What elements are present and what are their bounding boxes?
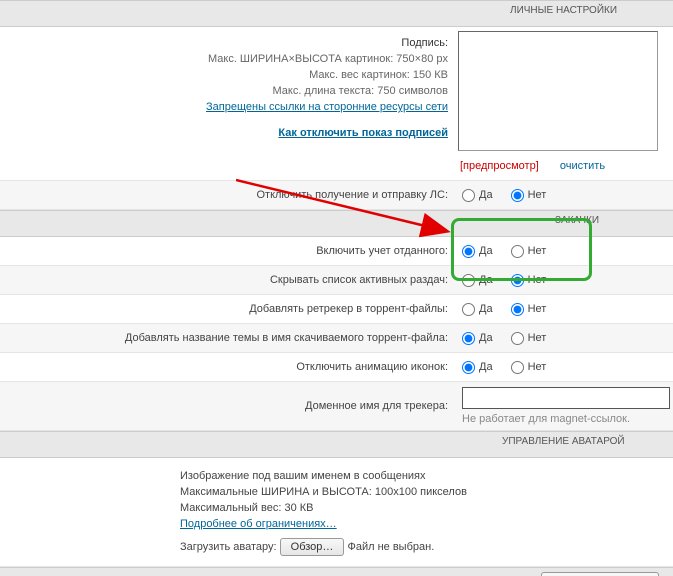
retracker-yes[interactable]: Да <box>462 303 493 316</box>
signature-row: Подпись: Макс. ШИРИНА×ВЫСОТА картинок: 7… <box>0 27 673 181</box>
topicname-yes-label: Да <box>479 332 493 344</box>
hidelist-no-label: Нет <box>528 274 547 286</box>
pm-no-label: Нет <box>528 189 547 201</box>
signature-dims: Макс. ШИРИНА×ВЫСОТА картинок: 750×80 px <box>4 51 448 67</box>
no-file-label: Файл не выбран. <box>347 541 434 553</box>
row-label: Отключить получение и отправку ЛС: <box>0 181 454 209</box>
avatar-line2: Максимальные ШИРИНА и ВЫСОТА: 100x100 пи… <box>180 484 649 500</box>
seed-no[interactable]: Нет <box>511 245 547 258</box>
retracker-yes-label: Да <box>479 303 493 315</box>
signature-ban-link[interactable]: Запрещены ссылки на сторонние ресурсы се… <box>206 101 448 113</box>
row-hidelist: Скрывать список активных раздач: Да Нет <box>0 266 673 295</box>
row-topicname: Добавлять название темы в имя скачиваемо… <box>0 324 673 353</box>
seed-yes-label: Да <box>479 245 493 257</box>
submit-button[interactable]: Отправить <box>541 572 659 576</box>
browse-button[interactable]: Обзор… <box>280 538 345 556</box>
signature-howto-link[interactable]: Как отключить показ подписей <box>278 127 448 139</box>
row-pm: Отключить получение и отправку ЛС: Да Не… <box>0 181 673 210</box>
row-label: Добавлять ретрекер в торрент-файлы: <box>0 295 454 323</box>
topicname-no-label: Нет <box>528 332 547 344</box>
pm-yes-label: Да <box>479 189 493 201</box>
retracker-no[interactable]: Нет <box>511 303 547 316</box>
avatar-block: Изображение под вашим именем в сообщения… <box>0 458 673 567</box>
anim-no[interactable]: Нет <box>511 361 547 374</box>
topicname-no[interactable]: Нет <box>511 332 547 345</box>
signature-label: Подпись: <box>4 35 448 51</box>
seed-yes[interactable]: Да <box>462 245 493 258</box>
signature-preview-link[interactable]: [предпросмотр] <box>460 160 539 172</box>
avatar-line1: Изображение под вашим именем в сообщения… <box>180 468 649 484</box>
signature-textlen: Макс. длина текста: 750 символов <box>4 83 448 99</box>
anim-yes[interactable]: Да <box>462 361 493 374</box>
pm-no[interactable]: Нет <box>511 189 547 202</box>
signature-textarea[interactable] <box>458 31 658 151</box>
hidelist-yes-label: Да <box>479 274 493 286</box>
pm-yes[interactable]: Да <box>462 189 493 202</box>
row-anim: Отключить анимацию иконок: Да Нет <box>0 353 673 382</box>
section-title: ЛИЧНЫЕ НАСТРОЙКИ <box>510 5 617 16</box>
signature-info: Подпись: Макс. ШИРИНА×ВЫСОТА картинок: 7… <box>0 27 454 180</box>
avatar-line3: Максимальный вес: 30 КВ <box>180 500 649 516</box>
row-label: Доменное имя для трекера: <box>0 382 454 430</box>
row-domain: Доменное имя для трекера: Не работает дл… <box>0 382 673 431</box>
row-label: Включить учет отданного: <box>0 237 454 265</box>
section-header-avatar: УПРАВЛЕНИЕ АВАТАРОЙ <box>0 431 673 458</box>
row-retracker: Добавлять ретрекер в торрент-файлы: Да Н… <box>0 295 673 324</box>
section-title: ЗАКАЧКИ <box>555 215 599 226</box>
upload-label: Загрузить аватару: <box>180 541 277 553</box>
section-title: УПРАВЛЕНИЕ АВАТАРОЙ <box>502 436 625 447</box>
avatar-more-link[interactable]: Подробнее об ограничениях… <box>180 518 337 530</box>
signature-weight: Макс. вес картинок: 150 КВ <box>4 67 448 83</box>
seed-no-label: Нет <box>528 245 547 257</box>
tracker-domain-hint: Не работает для magnet-ссылок. <box>462 413 630 425</box>
row-label: Скрывать список активных раздач: <box>0 266 454 294</box>
row-seed: Включить учет отданного: Да Нет <box>0 237 673 266</box>
topicname-yes[interactable]: Да <box>462 332 493 345</box>
tracker-domain-input[interactable] <box>462 387 670 409</box>
anim-yes-label: Да <box>479 361 493 373</box>
section-header-downloads: ЗАКАЧКИ <box>0 210 673 237</box>
submit-row: Отправить <box>0 567 673 576</box>
hidelist-no[interactable]: Нет <box>511 274 547 287</box>
signature-clear-link[interactable]: очистить <box>560 160 605 172</box>
row-label: Добавлять название темы в имя скачиваемо… <box>0 324 454 352</box>
anim-no-label: Нет <box>528 361 547 373</box>
hidelist-yes[interactable]: Да <box>462 274 493 287</box>
row-label: Отключить анимацию иконок: <box>0 353 454 381</box>
retracker-no-label: Нет <box>528 303 547 315</box>
section-header-personal: ЛИЧНЫЕ НАСТРОЙКИ <box>0 0 673 27</box>
